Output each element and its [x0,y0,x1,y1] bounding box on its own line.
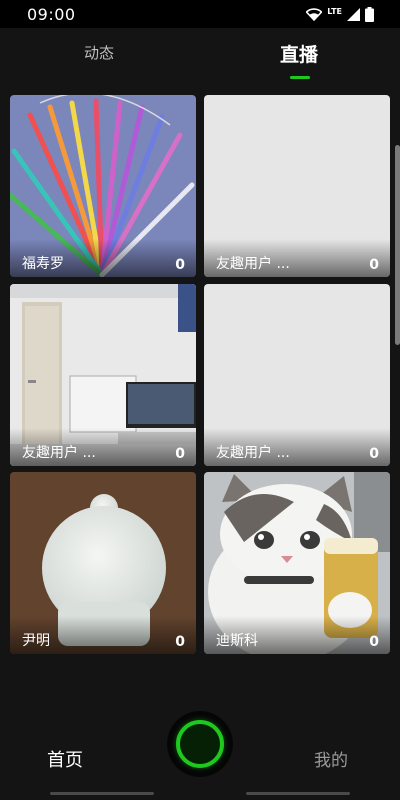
center-live-button[interactable] [167,711,233,777]
gesture-bar-left [50,792,154,795]
card-host-name: 福寿罗 [22,256,64,272]
nav-home[interactable]: 首页 [47,746,83,772]
card-host-name: 迪斯科 [216,633,258,649]
network-type: LTE [327,6,342,16]
card-host-name: 友趣用户 ... [216,256,290,272]
card-viewer-count: 0 [369,257,379,273]
status-bar: 09:00 LTE [0,0,400,28]
gesture-bar-right [246,792,350,795]
battery-icon [365,6,374,22]
tab-dynamic[interactable]: 动态 [84,42,114,63]
status-icons: LTE [306,6,374,22]
live-card[interactable]: 友趣用户 ... 0 [204,284,390,466]
live-ring-icon [176,720,224,768]
card-viewer-count: 0 [369,446,379,462]
scroll-handle[interactable] [395,145,400,345]
bottom-nav: 首页 我的 [0,706,400,800]
signal-icon [347,7,360,21]
card-host-name: 友趣用户 ... [22,445,96,461]
live-card[interactable]: 友趣用户 ... 0 [10,284,196,466]
card-host-name: 尹明 [22,633,50,649]
card-viewer-count: 0 [175,446,185,462]
card-viewer-count: 0 [175,634,185,650]
active-tab-indicator [290,76,310,79]
live-card[interactable]: 尹明 0 [10,472,196,654]
card-host-name: 友趣用户 ... [216,445,290,461]
live-card[interactable]: 友趣用户 ... 0 [204,95,390,277]
status-time: 09:00 [27,5,76,24]
wifi-icon [306,7,323,21]
tab-live[interactable]: 直播 [280,40,318,67]
nav-mine[interactable]: 我的 [314,746,348,771]
top-tabs: 动态 直播 [0,28,400,84]
live-card[interactable]: 福寿罗 0 [10,95,196,277]
live-card[interactable]: 迪斯科 0 [204,472,390,654]
card-viewer-count: 0 [175,257,185,273]
card-viewer-count: 0 [369,634,379,650]
